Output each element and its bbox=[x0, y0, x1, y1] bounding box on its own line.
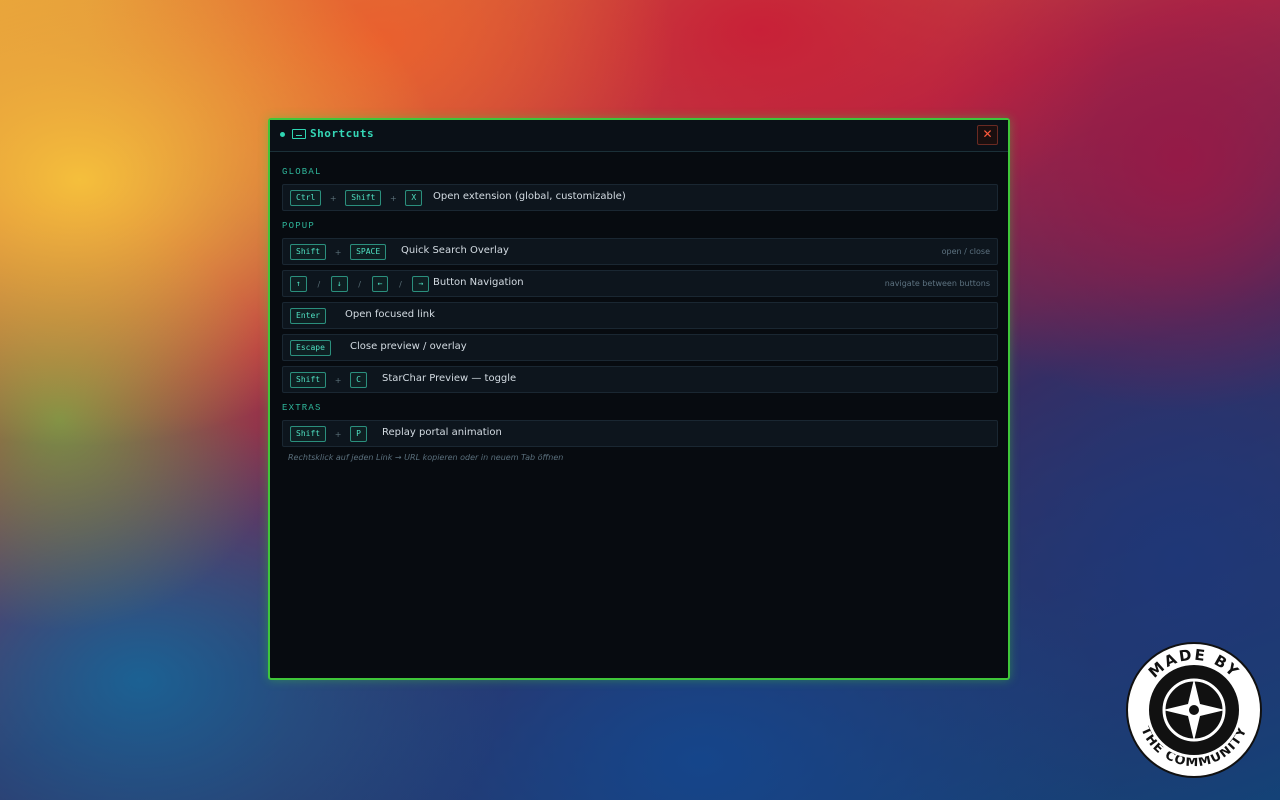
key-separator: + bbox=[329, 193, 337, 203]
shortcut-row-open-extension: Ctrl + Shift + X Open extension (global,… bbox=[282, 184, 998, 211]
key-combo: Shift + SPACE bbox=[290, 244, 387, 260]
close-button[interactable]: ✕ bbox=[977, 125, 998, 145]
dialog-title: Shortcuts bbox=[310, 127, 375, 140]
key-combo: Escape bbox=[290, 340, 331, 356]
key-cap: Shift bbox=[290, 244, 327, 260]
key-cap: SPACE bbox=[350, 244, 387, 260]
key-combo: Enter bbox=[290, 308, 327, 324]
key-cap: Shift bbox=[345, 190, 382, 206]
key-separator: + bbox=[334, 247, 342, 257]
shortcut-row-button-navigation: ↑ / ↓ / ← / → Button Navigation navigate… bbox=[282, 270, 998, 297]
arrow-left-key: ← bbox=[371, 276, 389, 292]
star-citizen-logo-icon bbox=[1146, 662, 1242, 758]
shortcut-row-replay-animation: Shift + P Replay portal animation bbox=[282, 420, 998, 447]
made-by-community-badge: MADE BY THE COMMUNITY bbox=[1126, 642, 1262, 778]
section-title-popup: POPUP bbox=[282, 221, 316, 231]
shortcut-label: StarChar Preview — toggle bbox=[382, 373, 517, 384]
shortcut-label: Quick Search Overlay bbox=[401, 245, 509, 256]
arrow-down-key: ↓ bbox=[330, 276, 348, 292]
shortcut-label: Button Navigation bbox=[433, 277, 524, 288]
shortcut-label: Open focused link bbox=[345, 309, 435, 320]
shortcut-label: Close preview / overlay bbox=[350, 341, 467, 352]
shortcut-hint: navigate between buttons bbox=[884, 279, 990, 288]
shortcut-label: Open extension (global, customizable) bbox=[433, 191, 626, 202]
key-combo: Shift + P bbox=[290, 426, 367, 442]
key-cap: Ctrl bbox=[290, 190, 322, 206]
status-dot bbox=[280, 132, 285, 137]
key-combo: Shift + C bbox=[290, 372, 367, 388]
key-separator: + bbox=[334, 429, 342, 439]
key-cap: Enter bbox=[290, 308, 327, 324]
keyboard-icon bbox=[292, 129, 306, 139]
key-separator: / bbox=[399, 279, 402, 289]
key-cap: X bbox=[405, 190, 423, 206]
key-separator: + bbox=[334, 375, 342, 385]
key-separator: + bbox=[390, 193, 397, 203]
key-cap: Shift bbox=[290, 372, 327, 388]
key-combo: Ctrl + Shift + X bbox=[290, 190, 423, 206]
dialog-content: GLOBAL Ctrl + Shift + X Open extension (… bbox=[270, 152, 1008, 462]
shortcut-row-starchar-preview: Shift + C StarChar Preview — toggle bbox=[282, 366, 998, 393]
key-cap: Escape bbox=[290, 340, 331, 356]
key-cap: P bbox=[350, 426, 367, 442]
shortcut-hint: open / close bbox=[941, 247, 990, 256]
key-separator: / bbox=[317, 279, 321, 289]
section-title-global: GLOBAL bbox=[282, 167, 322, 177]
section-title-extras: EXTRAS bbox=[282, 403, 322, 413]
shortcut-label: Replay portal animation bbox=[382, 427, 502, 438]
footnote: Rechtsklick auf jeden Link → URL kopiere… bbox=[288, 453, 564, 462]
key-cap: Shift bbox=[290, 426, 327, 442]
arrow-up-key: ↑ bbox=[290, 276, 307, 292]
key-combo: ↑ / ↓ / ← / → bbox=[290, 276, 430, 292]
dialog-header: Shortcuts ✕ bbox=[270, 120, 1008, 152]
arrow-right-key: → bbox=[412, 276, 430, 292]
shortcut-row-close-preview: Escape Close preview / overlay bbox=[282, 334, 998, 361]
key-cap: C bbox=[350, 372, 367, 388]
shortcut-row-quick-search: Shift + SPACE Quick Search Overlay open … bbox=[282, 238, 998, 265]
key-separator: / bbox=[358, 279, 361, 289]
shortcut-row-open-link: Enter Open focused link bbox=[282, 302, 998, 329]
shortcuts-dialog: Shortcuts ✕ GLOBAL Ctrl + Shift + X Open… bbox=[268, 118, 1010, 680]
